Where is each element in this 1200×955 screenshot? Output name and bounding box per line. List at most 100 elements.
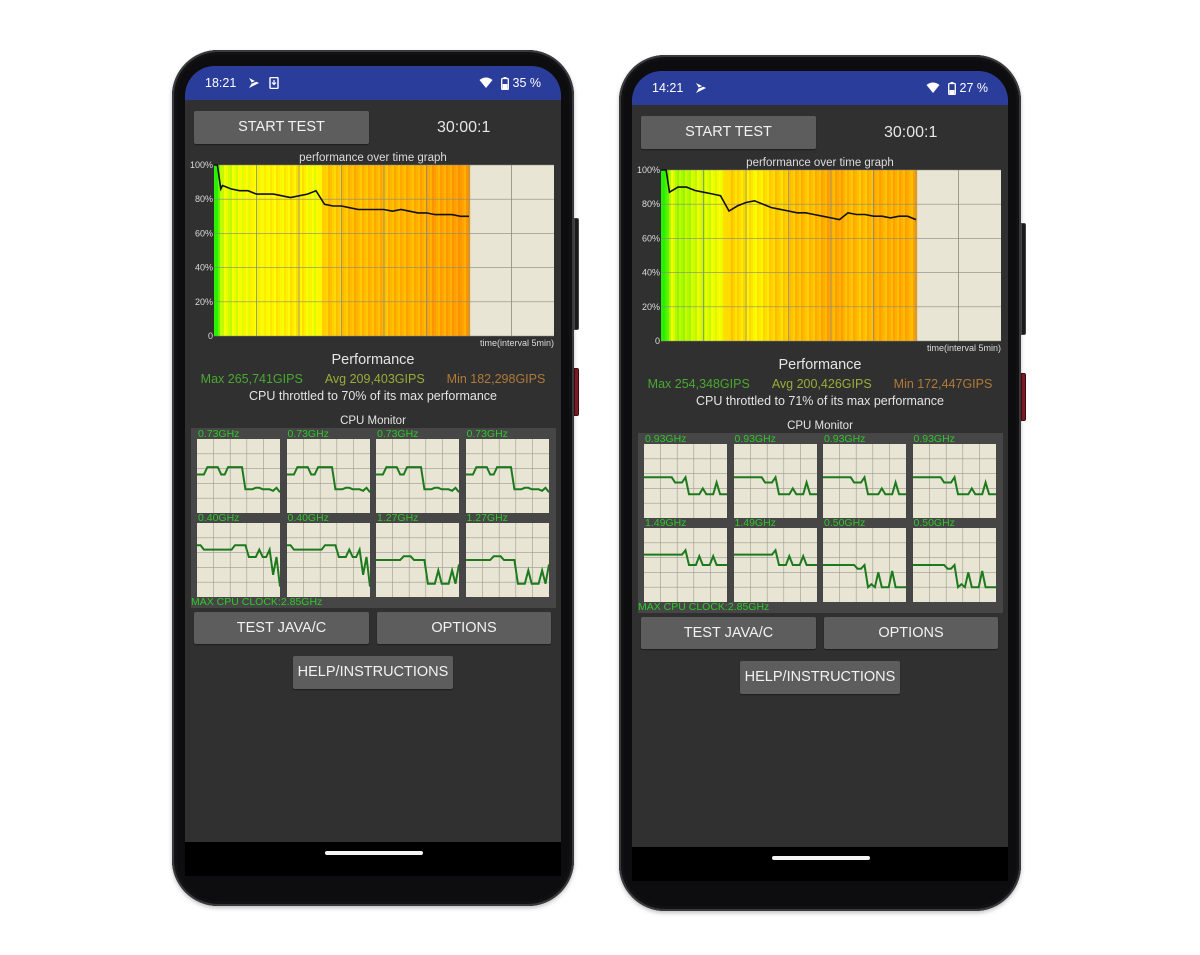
help-instructions-button[interactable]: HELP/INSTRUCTIONS [293,656,453,689]
performance-bar [759,170,762,341]
performance-bar [460,165,463,336]
performance-stats: Max 254,348GIPS Avg 200,426GIPS Min 172,… [632,377,1008,391]
test-java-c-button[interactable]: TEST JAVA/C [641,617,816,649]
core-trace-svg [197,523,280,597]
y-tick-label: 80% [195,194,213,204]
y-tick-label: 100% [190,160,213,170]
y-tick-label: 20% [195,297,213,307]
core-trace-svg [644,444,727,518]
performance-bar [835,170,838,341]
performance-bar [751,170,754,341]
performance-bar [216,165,219,336]
performance-bar [232,165,235,336]
performance-bar [360,165,363,336]
performance-bar [827,170,830,341]
performance-bar [683,170,686,341]
performance-bar [725,170,728,341]
performance-bar [266,165,269,336]
performance-bar [406,165,409,336]
performance-bar [687,170,690,341]
performance-bar [825,170,828,341]
performance-bar [755,170,758,341]
cpu-core-graph: 0.93GHz [644,433,727,518]
navigation-bar [632,847,1008,881]
performance-bar [775,170,778,341]
cpu-core-graph: 0.40GHz [197,512,280,597]
performance-bar [300,165,303,336]
performance-bar [817,170,820,341]
performance-bar [466,165,469,336]
start-test-button[interactable]: START TEST [194,111,369,144]
navigation-bar [185,842,561,876]
core-trace-svg [376,523,459,597]
home-gesture-bar[interactable] [325,851,423,855]
performance-bar [280,165,283,336]
performance-bar [885,170,888,341]
volume-button [1021,223,1026,335]
performance-bar [841,170,844,341]
performance-bar [352,165,355,336]
wifi-icon [926,82,939,93]
performance-bar [847,170,850,341]
avg-gips: Avg 209,403GIPS [324,372,425,386]
performance-bar [264,165,267,336]
performance-bar [809,170,812,341]
cpu-monitor-panel: MAX CPU CLOCK:2.85GHz 0.93GHz 0.93GHz 0.93… [638,433,1003,613]
performance-bar [224,165,227,336]
performance-bar [863,170,866,341]
status-bar: 14:21 27 % [632,71,1008,105]
y-tick-label: 0 [208,331,213,341]
performance-bar [771,170,774,341]
y-tick-label: 80% [642,199,660,209]
performance-bar [442,165,445,336]
performance-bar [396,165,399,336]
performance-bar [312,165,315,336]
cpu-core-graph: 0.73GHz [197,428,280,513]
help-instructions-button[interactable]: HELP/INSTRUCTIONS [740,661,900,694]
throttle-summary: CPU throttled to 70% of its max performa… [248,389,498,403]
performance-bar [723,170,726,341]
performance-bar [735,170,738,341]
performance-bar [362,165,365,336]
core-plot-area [644,528,727,602]
performance-bar [420,165,423,336]
performance-bar [346,165,349,336]
performance-bar [370,165,373,336]
performance-bar [430,165,433,336]
home-gesture-bar[interactable] [772,856,870,860]
performance-bar [911,170,914,341]
performance-bar [260,165,263,336]
test-java-c-button[interactable]: TEST JAVA/C [194,612,369,644]
performance-bar [701,170,704,341]
performance-bar [741,170,744,341]
status-time: 18:21 [205,76,237,90]
performance-bar [320,165,323,336]
options-button[interactable]: OPTIONS [824,617,998,649]
play-store-notification-icon [249,78,260,88]
performance-bar [310,165,313,336]
cpu-core-graph: 0.50GHz [912,517,996,602]
performance-bar [422,165,425,336]
performance-bar [278,165,281,336]
performance-bar [679,170,682,341]
performance-bar [713,170,716,341]
performance-bar [398,165,401,336]
performance-bar [747,170,750,341]
performance-bar [761,170,764,341]
start-test-button[interactable]: START TEST [641,116,816,149]
performance-bar [250,165,253,336]
performance-bar [769,170,772,341]
performance-bar [753,170,756,341]
performance-bar [368,165,371,336]
performance-bar [214,165,217,336]
options-button[interactable]: OPTIONS [377,612,551,644]
core-trace-svg [912,528,996,602]
performance-bar [675,170,678,341]
performance-bar [883,170,886,341]
performance-bar [258,165,261,336]
status-time: 14:21 [652,81,684,95]
max-cpu-clock: MAX CPU CLOCK:2.85GHz [191,596,323,608]
cpu-core-graph: 0.93GHz [912,433,996,518]
performance-bar [380,165,383,336]
performance-bar [853,170,856,341]
